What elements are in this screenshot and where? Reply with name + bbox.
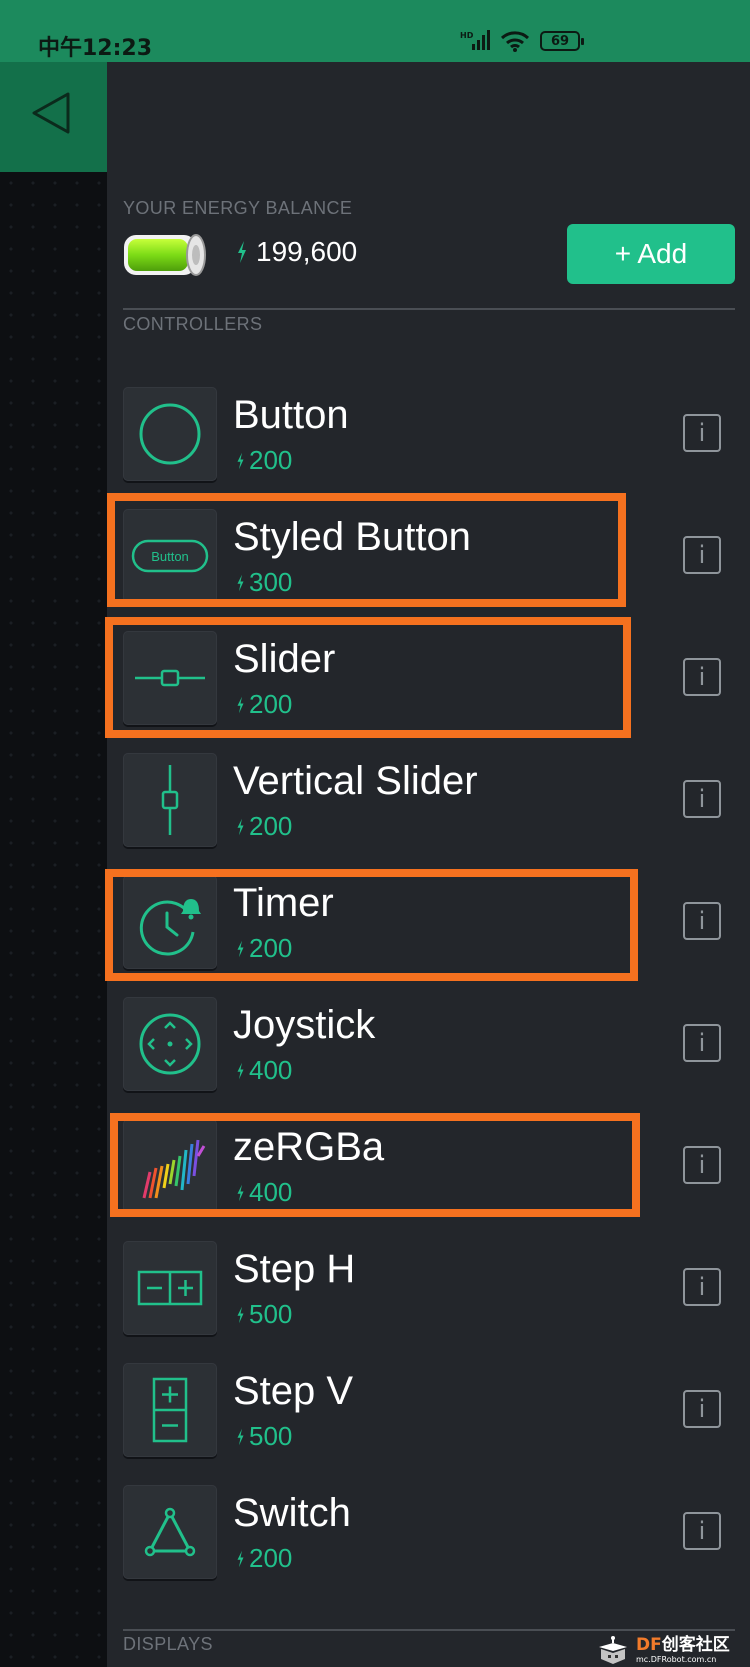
section-header-displays: DISPLAYS xyxy=(123,1634,213,1654)
widget-item-step-v[interactable]: Step V 500 i xyxy=(123,1363,735,1459)
widget-price-value: 400 xyxy=(249,1055,293,1085)
vertical-slider-icon xyxy=(161,765,179,835)
widget-tile xyxy=(123,1241,217,1335)
info-button[interactable]: i xyxy=(683,536,721,574)
energy-bolt-icon xyxy=(238,241,246,263)
info-button[interactable]: i xyxy=(683,1512,721,1550)
widget-item-vertical-slider[interactable]: Vertical Slider 200 i xyxy=(123,753,735,849)
widget-name: Vertical Slider xyxy=(233,759,478,803)
widget-price: 500 xyxy=(236,1421,292,1452)
widget-price: 500 xyxy=(236,1299,292,1330)
status-icons: HD 69 xyxy=(460,30,584,52)
watermark-title: 创客社区 xyxy=(661,1634,730,1655)
energy-bolt-icon xyxy=(237,452,244,469)
joystick-icon xyxy=(139,1013,201,1075)
widget-name: Button xyxy=(233,393,349,437)
widget-name: Joystick xyxy=(233,1003,376,1047)
watermark: DF创客社区 mc.DFRobot.com.cn xyxy=(596,1635,730,1665)
energy-balance-amount: 199,600 xyxy=(256,236,358,267)
widget-tile xyxy=(123,387,217,481)
network-type-label: HD xyxy=(460,31,474,40)
switch-icon xyxy=(144,1507,196,1557)
watermark-url: mc.DFRobot.com.cn xyxy=(636,1654,717,1664)
status-time: 中午12:23 xyxy=(38,36,153,61)
step-h-icon xyxy=(137,1270,203,1306)
info-button[interactable]: i xyxy=(683,1024,721,1062)
widget-item-switch[interactable]: Switch 200 i xyxy=(123,1485,735,1581)
widget-price: 200 xyxy=(236,1543,292,1574)
wifi-icon xyxy=(500,31,530,52)
robot-logo-icon xyxy=(599,1636,627,1664)
info-button[interactable]: i xyxy=(683,658,721,696)
canvas-background xyxy=(0,62,107,1667)
status-bar: 中午12:23 HD 69 xyxy=(0,0,750,62)
energy-bolt-icon xyxy=(237,1550,244,1567)
energy-bolt-icon xyxy=(237,818,244,835)
widget-price-value: 500 xyxy=(249,1421,293,1451)
widget-price-value: 500 xyxy=(249,1299,293,1329)
energy-bolt-icon xyxy=(237,1306,244,1323)
widget-price: 200 xyxy=(236,811,292,842)
energy-balance-label: YOUR ENERGY BALANCE xyxy=(123,198,353,218)
widget-tile xyxy=(123,1485,217,1579)
widget-name: Step H xyxy=(233,1247,356,1291)
widget-item-joystick[interactable]: Joystick 400 i xyxy=(123,997,735,1093)
highlight-box xyxy=(105,869,638,981)
widget-tile xyxy=(123,1363,217,1457)
widget-price-value: 200 xyxy=(249,811,293,841)
widget-price-value: 200 xyxy=(249,445,293,475)
step-v-icon xyxy=(152,1377,188,1443)
energy-bolt-icon xyxy=(237,1062,244,1079)
highlight-box xyxy=(110,1113,640,1217)
back-button[interactable] xyxy=(0,62,107,172)
highlight-box xyxy=(107,493,626,607)
info-button[interactable]: i xyxy=(683,414,721,452)
highlight-box xyxy=(105,617,631,738)
energy-bolt-icon xyxy=(237,1428,244,1445)
watermark-df: DF xyxy=(636,1634,662,1655)
widget-item-button[interactable]: Button 200 i xyxy=(123,387,735,483)
divider xyxy=(123,1629,735,1631)
widget-price-value: 200 xyxy=(249,1543,293,1573)
divider xyxy=(123,308,735,310)
signal-icon: HD xyxy=(460,30,490,50)
energy-balance: 199,600 xyxy=(236,236,357,268)
widget-price: 400 xyxy=(236,1055,292,1086)
add-energy-button[interactable]: + Add xyxy=(567,224,735,284)
widget-tile xyxy=(123,753,217,847)
info-button[interactable]: i xyxy=(683,780,721,818)
widget-name: Step V xyxy=(233,1369,354,1413)
circle-icon xyxy=(139,403,201,465)
section-header-controllers: CONTROLLERS xyxy=(123,314,263,334)
back-arrow-icon xyxy=(32,92,70,134)
info-button[interactable]: i xyxy=(683,1146,721,1184)
widget-price: 200 xyxy=(236,445,292,476)
info-button[interactable]: i xyxy=(683,1390,721,1428)
info-button[interactable]: i xyxy=(683,1268,721,1306)
widget-item-step-h[interactable]: Step H 500 i xyxy=(123,1241,735,1337)
widget-tile xyxy=(123,997,217,1091)
energy-battery-icon xyxy=(124,234,206,276)
info-button[interactable]: i xyxy=(683,902,721,940)
widget-name: Switch xyxy=(233,1491,351,1535)
battery-level: 69 xyxy=(550,33,570,49)
battery-status-icon: 69 xyxy=(540,31,584,51)
